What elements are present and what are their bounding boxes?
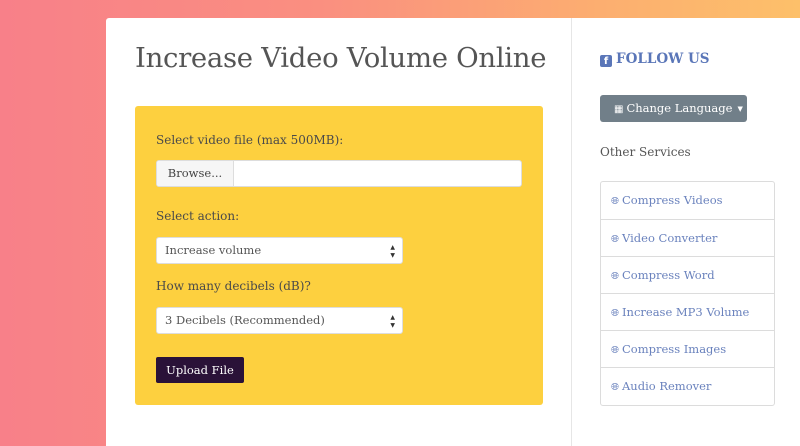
file-input[interactable]: Browse... bbox=[156, 160, 522, 187]
decibels-select[interactable]: 3 Decibels (Recommended) ▲ ▼ bbox=[156, 307, 403, 334]
service-link-compress-videos[interactable]: 🌐︎ Compress Videos bbox=[601, 182, 774, 219]
service-label: Video Converter bbox=[622, 231, 718, 245]
service-label: Increase MP3 Volume bbox=[622, 305, 750, 319]
globe-icon: 🌐︎ bbox=[611, 196, 619, 207]
other-services-heading: Other Services bbox=[600, 145, 691, 159]
chevron-down-icon: ▼ bbox=[737, 105, 743, 113]
upload-button[interactable]: Upload File bbox=[156, 357, 244, 383]
service-link-compress-images[interactable]: 🌐︎ Compress Images bbox=[601, 330, 774, 367]
upload-form-panel: Select video file (max 500MB): Browse...… bbox=[135, 106, 543, 405]
decibels-select-value: 3 Decibels (Recommended) bbox=[165, 313, 325, 327]
globe-icon: 🌐︎ bbox=[611, 271, 619, 282]
content-card: Increase Video Volume Online Select vide… bbox=[106, 18, 800, 446]
service-label: Compress Word bbox=[622, 268, 715, 282]
select-caret-icon: ▲ ▼ bbox=[390, 244, 395, 259]
globe-icon: 🌐︎ bbox=[611, 382, 619, 393]
language-icon: ▦ bbox=[614, 104, 624, 115]
service-label: Compress Videos bbox=[622, 193, 723, 207]
action-select[interactable]: Increase volume ▲ ▼ bbox=[156, 237, 403, 264]
facebook-icon: f bbox=[600, 55, 612, 67]
follow-us-link[interactable]: f FOLLOW US bbox=[600, 51, 709, 67]
column-divider bbox=[571, 18, 572, 446]
service-link-audio-remover[interactable]: 🌐︎ Audio Remover bbox=[601, 367, 774, 404]
service-link-compress-word[interactable]: 🌐︎ Compress Word bbox=[601, 256, 774, 293]
globe-icon: 🌐︎ bbox=[611, 308, 619, 319]
service-label: Compress Images bbox=[622, 342, 727, 356]
file-label: Select video file (max 500MB): bbox=[156, 133, 344, 147]
main-column: Increase Video Volume Online Select vide… bbox=[106, 18, 570, 446]
change-language-button[interactable]: ▦ Change Language ▼ bbox=[600, 95, 747, 122]
action-label: Select action: bbox=[156, 209, 240, 223]
browse-button[interactable]: Browse... bbox=[157, 161, 234, 186]
sidebar: f FOLLOW US ▦ Change Language ▼ Other Servi… bbox=[600, 18, 780, 446]
globe-icon: 🌐︎ bbox=[611, 234, 619, 245]
select-caret-icon: ▲ ▼ bbox=[390, 314, 395, 329]
service-label: Audio Remover bbox=[622, 379, 712, 393]
action-select-value: Increase volume bbox=[165, 243, 262, 257]
service-link-video-converter[interactable]: 🌐︎ Video Converter bbox=[601, 219, 774, 256]
change-language-label: Change Language bbox=[626, 101, 733, 115]
page-title: Increase Video Volume Online bbox=[135, 42, 547, 74]
service-link-increase-mp3-volume[interactable]: 🌐︎ Increase MP3 Volume bbox=[601, 293, 774, 330]
follow-us-label: FOLLOW US bbox=[616, 51, 710, 67]
globe-icon: 🌐︎ bbox=[611, 345, 619, 356]
decibels-label: How many decibels (dB)? bbox=[156, 279, 311, 293]
services-list: 🌐︎ Compress Videos 🌐︎ Video Converter 🌐︎ Co… bbox=[600, 181, 775, 406]
